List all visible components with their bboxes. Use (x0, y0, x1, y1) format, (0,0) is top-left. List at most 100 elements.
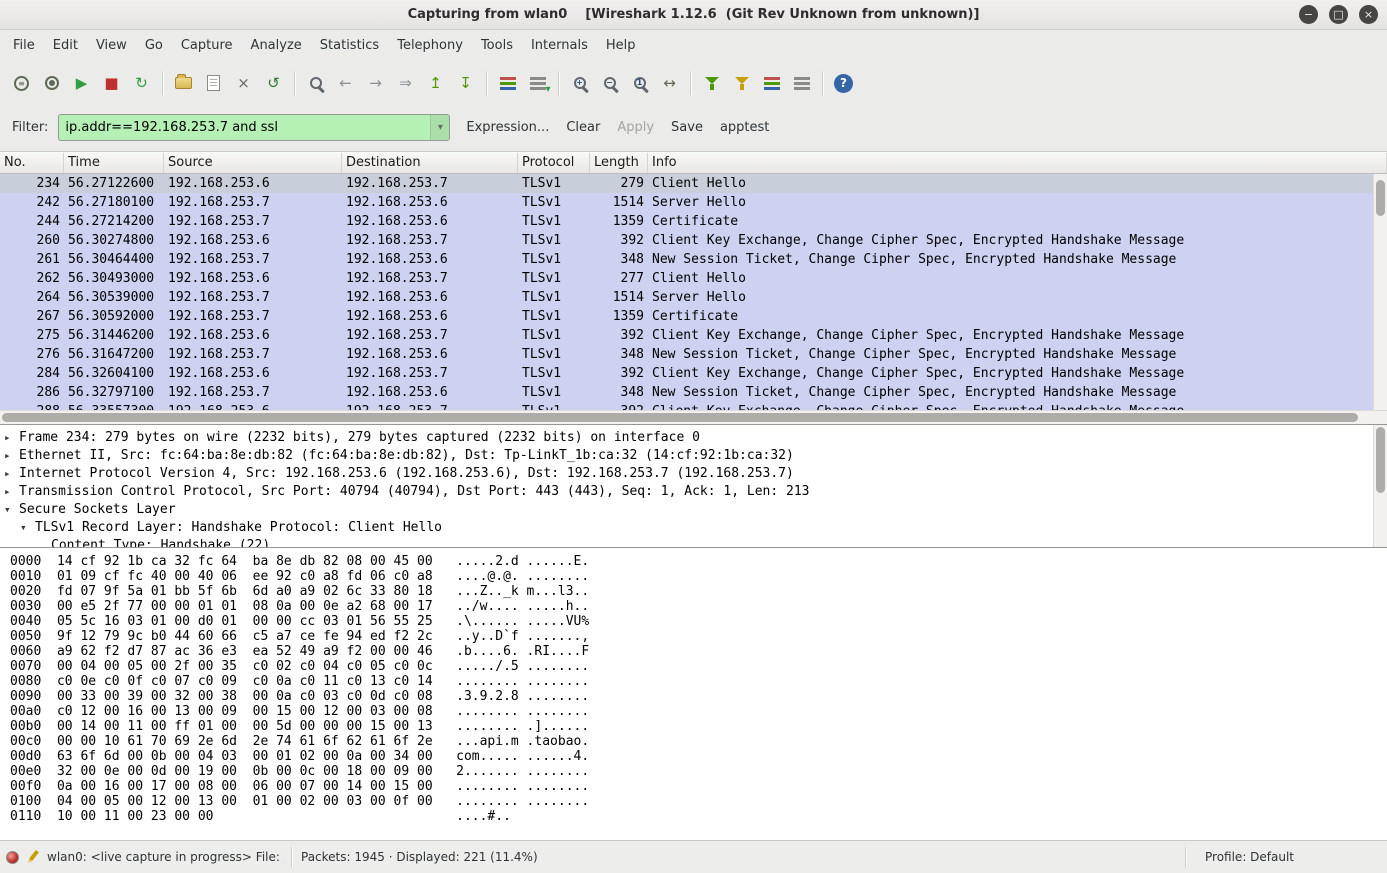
packet-row[interactable]: 26156.30464400192.168.253.7192.168.253.6… (0, 250, 1373, 269)
clear-button[interactable]: Clear (566, 120, 600, 135)
packet-list-hscrollbar-thumb[interactable] (2, 413, 1358, 422)
hex-line[interactable]: 00f0 0a 00 16 00 17 00 08 00 06 00 07 00… (10, 779, 1387, 794)
column-header-length[interactable]: Length (590, 153, 648, 173)
go-to-packet-icon[interactable]: ⇒ (392, 70, 419, 97)
menu-file[interactable]: File (4, 30, 44, 62)
open-file-icon[interactable] (170, 70, 197, 97)
find-packet-icon[interactable] (302, 70, 329, 97)
resize-columns-icon[interactable]: ↔ (656, 70, 683, 97)
close-file-icon[interactable]: × (230, 70, 257, 97)
go-to-top-icon[interactable]: ↥ (422, 70, 449, 97)
detail-line[interactable]: ▾TLSv1 Record Layer: Handshake Protocol:… (0, 519, 1373, 537)
help-icon[interactable]: ? (830, 70, 857, 97)
menu-go[interactable]: Go (136, 30, 172, 62)
expand-icon[interactable]: ▸ (4, 429, 19, 447)
column-header-no[interactable]: No. (0, 153, 64, 173)
packet-row[interactable]: 26456.30539000192.168.253.7192.168.253.6… (0, 288, 1373, 307)
zoom-out-icon[interactable]: − (596, 70, 623, 97)
detail-line[interactable]: Content Type: Handshake (22) (0, 537, 1373, 547)
save-file-icon[interactable] (200, 70, 227, 97)
menu-edit[interactable]: Edit (44, 30, 87, 62)
hex-line[interactable]: 00d0 63 6f 6d 00 0b 00 04 03 00 01 02 00… (10, 749, 1387, 764)
hex-line[interactable]: 0100 04 00 05 00 12 00 13 00 01 00 02 00… (10, 794, 1387, 809)
hex-line[interactable]: 0070 00 04 00 05 00 2f 00 35 c0 02 c0 04… (10, 659, 1387, 674)
coloring-rules-icon[interactable] (758, 70, 785, 97)
packet-row[interactable]: 28456.32604100192.168.253.6192.168.253.7… (0, 364, 1373, 383)
hex-line[interactable]: 0030 00 e5 2f 77 00 00 01 01 08 0a 00 0e… (10, 599, 1387, 614)
column-header-time[interactable]: Time (64, 153, 164, 173)
column-header-info[interactable]: Info (648, 153, 1387, 173)
packet-row[interactable]: 26256.30493000192.168.253.6192.168.253.7… (0, 269, 1373, 288)
packet-row[interactable]: 23456.27122600192.168.253.6192.168.253.7… (0, 174, 1373, 193)
zoom-100-icon[interactable]: 1 (626, 70, 653, 97)
hex-line[interactable]: 00a0 c0 12 00 16 00 13 00 09 00 15 00 12… (10, 704, 1387, 719)
maximize-button[interactable]: □ (1329, 5, 1348, 24)
menu-help[interactable]: Help (597, 30, 645, 62)
close-button[interactable]: × (1359, 5, 1378, 24)
expert-info-icon[interactable] (6, 851, 19, 864)
menu-capture[interactable]: Capture (172, 30, 242, 62)
packet-list-scrollbar[interactable] (1373, 174, 1387, 410)
menu-internals[interactable]: Internals (522, 30, 597, 62)
column-header-protocol[interactable]: Protocol (518, 153, 590, 173)
zoom-in-icon[interactable]: + (566, 70, 593, 97)
capture-comment-icon[interactable] (26, 849, 40, 865)
detail-line[interactable]: ▸Frame 234: 279 bytes on wire (2232 bits… (0, 429, 1373, 447)
packet-row[interactable]: 26056.30274800192.168.253.6192.168.253.7… (0, 231, 1373, 250)
detail-line[interactable]: ▾Secure Sockets Layer (0, 501, 1373, 519)
collapse-icon[interactable]: ▾ (4, 501, 19, 519)
expand-icon[interactable]: ▸ (4, 483, 19, 501)
packet-row[interactable]: 28856.33557300192.168.253.6192.168.253.7… (0, 402, 1373, 410)
hex-line[interactable]: 0010 01 09 cf fc 40 00 40 06 ee 92 c0 a8… (10, 569, 1387, 584)
profile-text[interactable]: Profile: Default (1193, 850, 1381, 864)
preferences-icon[interactable] (788, 70, 815, 97)
detail-line[interactable]: ▸Ethernet II, Src: fc:64:ba:8e:db:82 (fc… (0, 447, 1373, 465)
menu-statistics[interactable]: Statistics (311, 30, 388, 62)
list-interfaces-icon[interactable]: ≡ (8, 70, 35, 97)
apply-button[interactable]: Apply (617, 120, 654, 135)
go-forward-icon[interactable]: → (362, 70, 389, 97)
minimize-button[interactable]: − (1299, 5, 1318, 24)
go-to-bottom-icon[interactable]: ↧ (452, 70, 479, 97)
packet-row[interactable]: 24456.27214200192.168.253.7192.168.253.6… (0, 212, 1373, 231)
packet-row[interactable]: 27556.31446200192.168.253.6192.168.253.7… (0, 326, 1373, 345)
save-filter-button[interactable]: Save (671, 120, 703, 135)
capture-options-icon[interactable] (38, 70, 65, 97)
hex-line[interactable]: 0060 a9 62 f2 d7 87 ac 36 e3 ea 52 49 a9… (10, 644, 1387, 659)
menu-tools[interactable]: Tools (472, 30, 522, 62)
hex-line[interactable]: 0110 10 00 11 00 23 00 00 ....#.. (10, 809, 1387, 824)
menu-analyze[interactable]: Analyze (242, 30, 311, 62)
filter-dropdown-icon[interactable]: ▾ (430, 115, 449, 140)
hex-line[interactable]: 00c0 00 00 10 61 70 69 2e 6d 2e 74 61 6f… (10, 734, 1387, 749)
details-scrollbar[interactable] (1373, 425, 1387, 547)
colorize-packets-icon[interactable] (494, 70, 521, 97)
column-header-destination[interactable]: Destination (342, 153, 518, 173)
hex-line[interactable]: 00e0 32 00 0e 00 0d 00 19 00 0b 00 0c 00… (10, 764, 1387, 779)
packet-row[interactable]: 27656.31647200192.168.253.7192.168.253.6… (0, 345, 1373, 364)
hex-line[interactable]: 0080 c0 0e c0 0f c0 07 c0 09 c0 0a c0 11… (10, 674, 1387, 689)
expand-icon[interactable]: ▸ (4, 447, 19, 465)
filter-input[interactable] (59, 115, 430, 140)
packet-list-hscrollbar[interactable] (0, 410, 1387, 424)
hex-line[interactable]: 0020 fd 07 9f 5a 01 bb 5f 6b 6d a0 a9 02… (10, 584, 1387, 599)
titlebar[interactable]: Capturing from wlan0 [Wireshark 1.12.6 (… (0, 0, 1387, 30)
hex-line[interactable]: 0040 05 5c 16 03 01 00 d0 01 00 00 cc 03… (10, 614, 1387, 629)
start-capture-icon[interactable]: ▶ (68, 70, 95, 97)
hex-line[interactable]: 00b0 00 14 00 11 00 ff 01 00 00 5d 00 00… (10, 719, 1387, 734)
apptest-button[interactable]: apptest (720, 120, 769, 135)
display-filters-icon[interactable] (728, 70, 755, 97)
detail-line[interactable]: ▸Internet Protocol Version 4, Src: 192.1… (0, 465, 1373, 483)
detail-line[interactable]: ▸Transmission Control Protocol, Src Port… (0, 483, 1373, 501)
hex-line[interactable]: 0000 14 cf 92 1b ca 32 fc 64 ba 8e db 82… (10, 554, 1387, 569)
menu-view[interactable]: View (87, 30, 136, 62)
capture-filters-icon[interactable] (698, 70, 725, 97)
packet-list-scrollbar-thumb[interactable] (1376, 180, 1385, 216)
stop-capture-icon[interactable]: ■ (98, 70, 125, 97)
column-header-source[interactable]: Source (164, 153, 342, 173)
hex-line[interactable]: 0090 00 33 00 39 00 32 00 38 00 0a c0 03… (10, 689, 1387, 704)
expression-button[interactable]: Expression... (466, 120, 549, 135)
menu-telephony[interactable]: Telephony (388, 30, 472, 62)
packet-row[interactable]: 28656.32797100192.168.253.7192.168.253.6… (0, 383, 1373, 402)
collapse-icon[interactable]: ▾ (20, 519, 35, 537)
reload-file-icon[interactable]: ↺ (260, 70, 287, 97)
